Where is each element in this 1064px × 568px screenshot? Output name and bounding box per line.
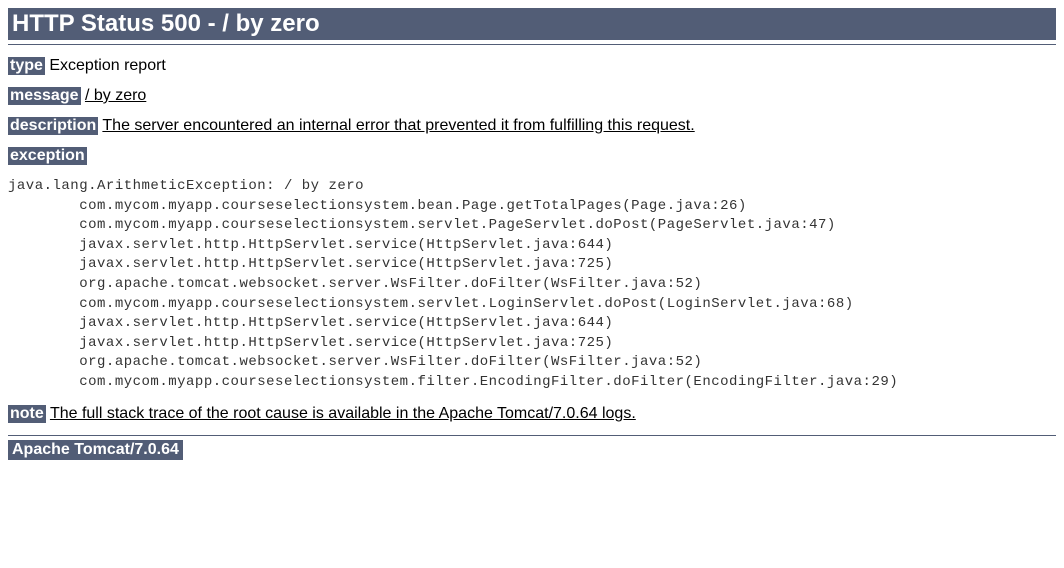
type-value: Exception report (49, 57, 166, 74)
note-value: The full stack trace of the root cause i… (50, 405, 636, 422)
note-row: note The full stack trace of the root ca… (8, 405, 1056, 423)
note-label: note (8, 405, 46, 423)
exception-row: exception (8, 147, 1056, 165)
description-label: description (8, 117, 98, 135)
description-value: The server encountered an internal error… (102, 117, 694, 134)
message-row: message / by zero (8, 87, 1056, 105)
divider (8, 44, 1056, 45)
page-title: HTTP Status 500 - / by zero (8, 8, 1056, 40)
server-footer: Apache Tomcat/7.0.64 (8, 440, 183, 460)
type-row: type Exception report (8, 57, 1056, 75)
stacktrace: java.lang.ArithmeticException: / by zero… (8, 177, 1056, 393)
exception-label: exception (8, 147, 87, 165)
description-row: description The server encountered an in… (8, 117, 1056, 135)
divider (8, 435, 1056, 436)
message-label: message (8, 87, 81, 105)
type-label: type (8, 57, 45, 75)
message-value: / by zero (85, 87, 146, 104)
